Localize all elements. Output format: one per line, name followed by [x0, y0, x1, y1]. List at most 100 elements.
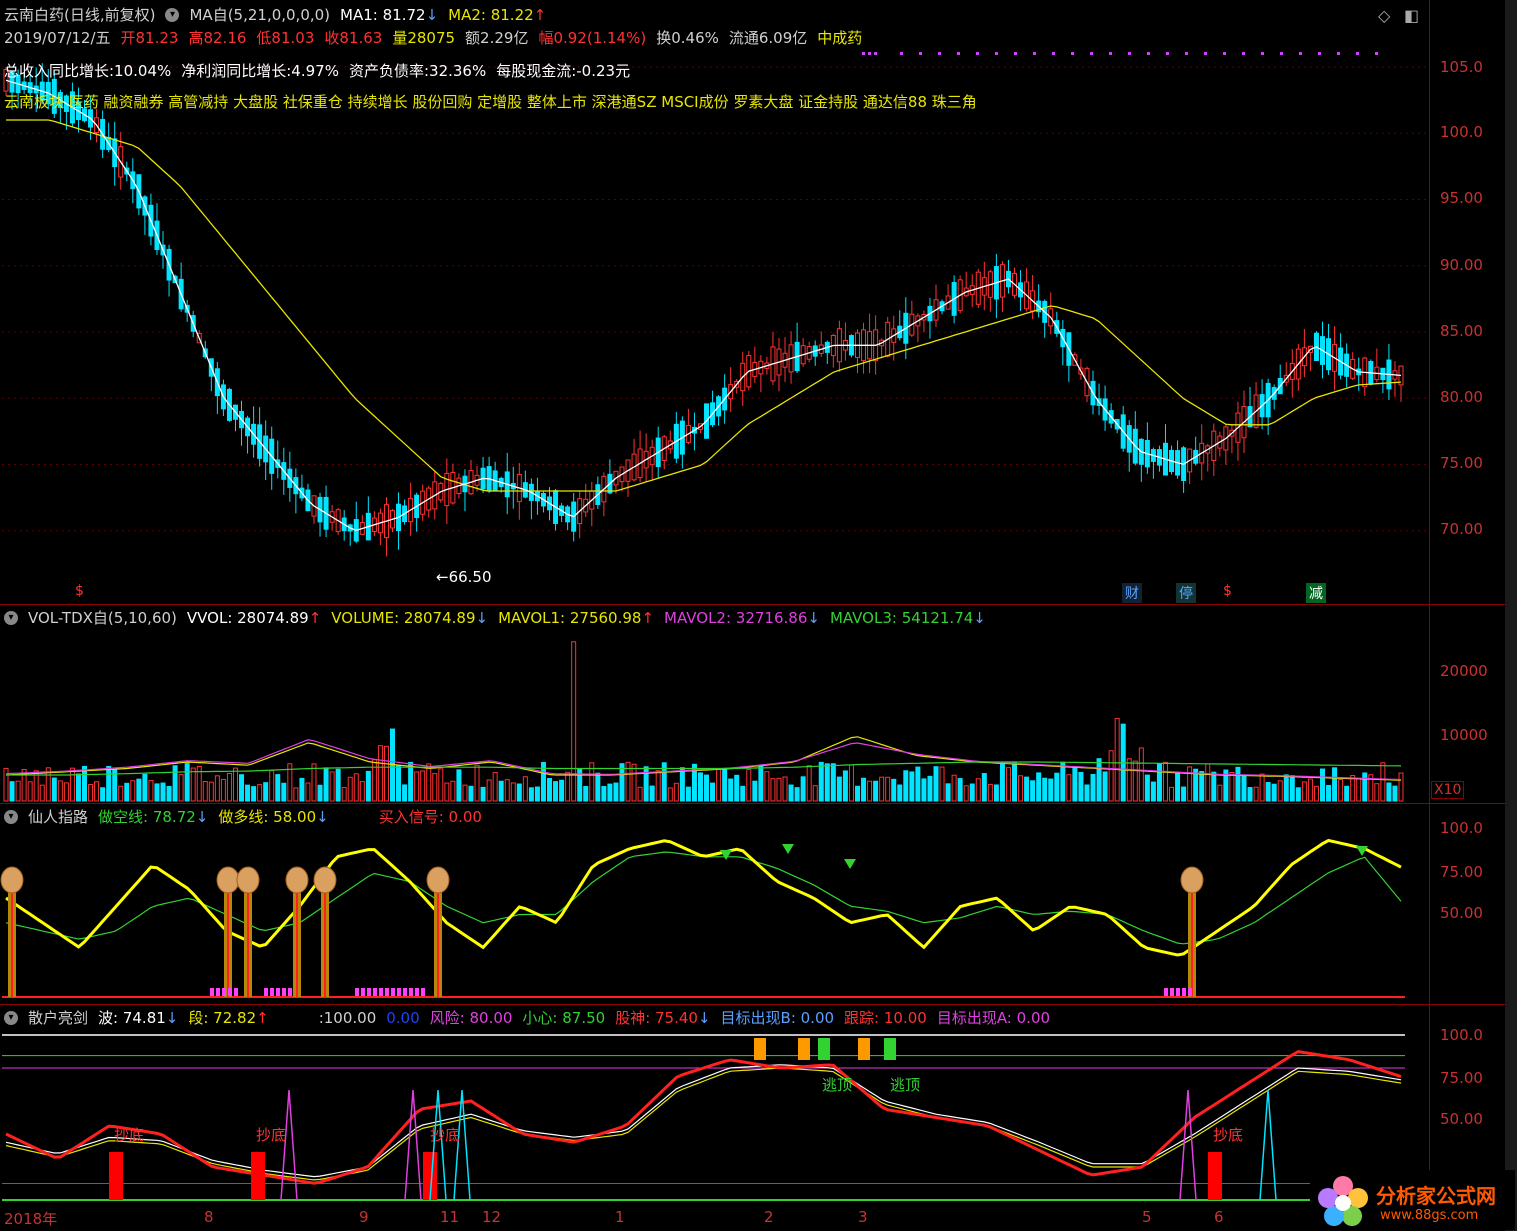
volume-bar: [299, 777, 305, 802]
low-price-marker: ←66.50: [436, 568, 492, 586]
volume-bar: [1156, 763, 1162, 802]
volume-bar: [57, 780, 63, 802]
sector[interactable]: 中成药: [817, 27, 862, 48]
event-financial-icon[interactable]: 财: [1122, 583, 1142, 603]
volume-bar: [764, 771, 770, 802]
event-dot: [900, 52, 903, 55]
event-dot: [1318, 52, 1321, 55]
volume-bar: [1241, 775, 1247, 802]
divider-volume-xianren[interactable]: [0, 803, 1505, 804]
stock-name[interactable]: 云南白药(日线,前复权): [4, 4, 155, 25]
price-tick: 95.00: [1440, 189, 1483, 207]
indicator-menu-icon[interactable]: ▾: [165, 7, 180, 22]
stock-god-value: 股神: 75.40↓: [615, 1009, 711, 1027]
x-tick: 9: [359, 1208, 369, 1226]
event-dot: [1166, 52, 1169, 55]
right-axis-line: [1429, 0, 1430, 1205]
event-dot: [1204, 52, 1207, 55]
volume-bar: [1247, 787, 1253, 802]
bottom-signal-bar: [109, 1152, 123, 1200]
volume-bar: [359, 781, 365, 802]
volume-bar: [335, 768, 341, 802]
divider-price-volume[interactable]: [0, 604, 1505, 605]
price-tick: 100.0: [1440, 123, 1483, 141]
event-dot: [1261, 52, 1264, 55]
signal-column-core: [227, 880, 229, 997]
volume-bar: [613, 782, 619, 802]
right-scrollbar[interactable]: [1505, 0, 1517, 1231]
ma2-line: [6, 119, 1402, 492]
volume-bar: [969, 783, 975, 802]
volume-bar: [317, 784, 323, 802]
volume-bar: [383, 745, 389, 802]
volume-bar: [897, 784, 903, 802]
volume-title[interactable]: VOL-TDX自(5,10,60): [28, 607, 177, 628]
ma2-value: MA2: 81.22↑: [448, 5, 547, 24]
signal-stub: [391, 988, 395, 996]
event-dividend-icon[interactable]: $: [1220, 583, 1235, 599]
signal-stub: [379, 988, 383, 996]
const-value: :100.00: [318, 1008, 377, 1027]
volume-bar: [293, 787, 299, 802]
volume-bar: [1356, 778, 1362, 802]
volume-bar: [504, 779, 510, 802]
volume-bar: [649, 785, 655, 802]
volume-bar: [226, 772, 232, 802]
event-dot: [1242, 52, 1245, 55]
top-signal-bar: [798, 1038, 810, 1060]
signal-stub: [1164, 988, 1168, 996]
signal-stub: [222, 988, 226, 996]
event-suspend-icon[interactable]: 停: [1176, 583, 1196, 603]
volume-bar: [456, 769, 462, 802]
sanhu-menu-icon[interactable]: ▾: [4, 1010, 18, 1025]
signal-stub: [1188, 988, 1192, 996]
volume-bar: [824, 763, 830, 802]
volume-bar: [1187, 766, 1193, 802]
volume-bar: [172, 765, 178, 802]
bottom-label: 抄底: [256, 1126, 287, 1144]
event-dot: [1185, 52, 1188, 55]
wave-line: [5, 1050, 1402, 1185]
volume-bar: [1072, 767, 1078, 802]
event-dot: [1033, 52, 1036, 55]
volume-bar: [963, 785, 969, 802]
price-header-row1: 云南白药(日线,前复权) ▾ MA自(5,21,0,0,0,0) MA1: 81…: [4, 4, 546, 25]
volume-bar: [1229, 772, 1235, 802]
volume-bar: [679, 767, 685, 802]
volume-bar: [945, 783, 951, 802]
volume-bar: [148, 780, 154, 802]
xianren-title[interactable]: 仙人指路: [28, 806, 88, 827]
event-reduce-icon[interactable]: 减: [1306, 583, 1326, 603]
volume-bar: [1090, 773, 1096, 802]
divider-xianren-sanhu[interactable]: [0, 1004, 1505, 1005]
sanhu-title[interactable]: 散户亮剑: [28, 1007, 88, 1028]
long-line-value: 做多线: 58.00↓: [218, 808, 329, 826]
volume-bar: [239, 774, 245, 802]
volume-bar: [873, 780, 879, 802]
volume-bar: [885, 776, 891, 802]
volume-bar: [939, 766, 945, 802]
volume-bar: [1132, 760, 1138, 802]
xianren-header: ▾ 仙人指路 做空线: 78.72↓ 做多线: 58.00↓ 买入信号: 0.0…: [4, 806, 482, 827]
xianren-menu-icon[interactable]: ▾: [4, 809, 18, 824]
volume-bar: [770, 778, 776, 802]
event-dividend-icon-2[interactable]: $: [72, 583, 87, 599]
volume-bar: [15, 780, 21, 802]
volume-bar: [758, 765, 764, 802]
volume-bar: [468, 785, 474, 802]
volume-bar: [788, 784, 794, 802]
signal-bulb-icon: [285, 866, 309, 894]
volume-menu-icon[interactable]: ▾: [4, 610, 18, 625]
volume-bar: [794, 787, 800, 802]
diamond-icon[interactable]: ◇: [1378, 6, 1390, 25]
bottom-signal-bar: [251, 1152, 265, 1200]
volume-bar: [522, 776, 528, 802]
volume-bar: [752, 780, 758, 802]
fundamental-revenue: 总收入同比增长:10.04%: [4, 62, 172, 80]
window-restore-icon[interactable]: ◧: [1404, 6, 1419, 25]
concept-tags[interactable]: 云南板块 医药 融资融券 高管减持 大盘股 社保重仓 持续增长 股份回购 定增股…: [4, 91, 977, 112]
escape-label: 逃顶: [890, 1076, 921, 1094]
volume-bar: [118, 785, 124, 802]
target-a-value: 目标出现A: 0.00: [936, 1009, 1051, 1027]
watermark-name: 分析家公式网: [1376, 1184, 1496, 1208]
